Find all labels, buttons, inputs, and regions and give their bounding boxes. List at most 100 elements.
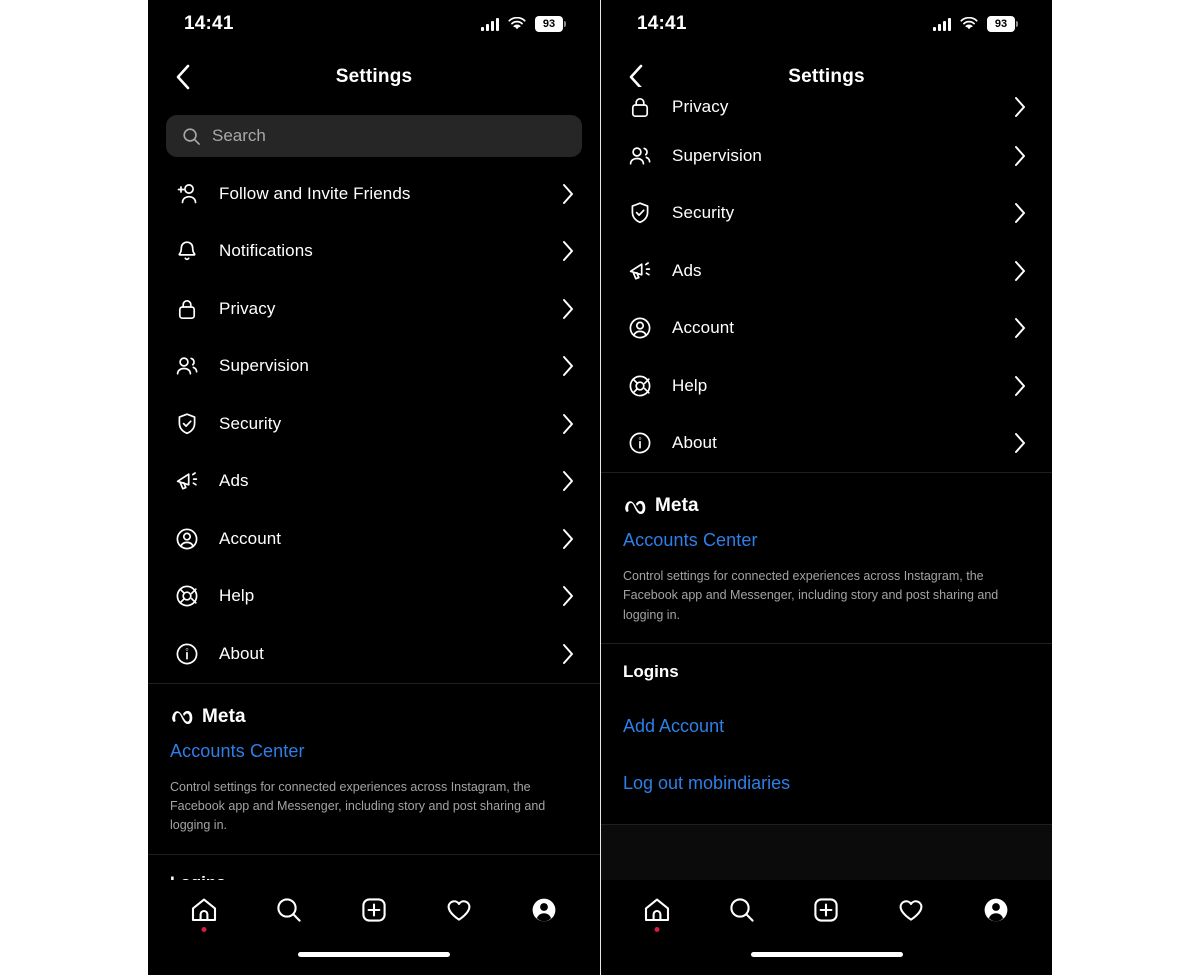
wifi-icon xyxy=(508,17,526,31)
chevron-right-icon xyxy=(556,470,578,492)
chevron-right-icon xyxy=(1008,260,1030,282)
chevron-right-icon xyxy=(1008,145,1030,167)
battery-icon: 93 xyxy=(535,16,566,32)
accounts-center-link[interactable]: Accounts Center xyxy=(170,741,578,762)
search-icon xyxy=(727,895,757,925)
settings-row-privacy[interactable]: Privacy xyxy=(601,87,1052,127)
settings-row-follow-and-invite-friends[interactable]: Follow and Invite Friends xyxy=(148,165,600,223)
cellular-signal-icon xyxy=(933,17,951,31)
search-input[interactable]: Search xyxy=(166,115,582,157)
phone-screen-right: 14:41 93 Settings Privacy Supervision Se… xyxy=(601,0,1052,975)
home-icon xyxy=(642,895,672,925)
tab-activity[interactable] xyxy=(889,888,933,932)
settings-row-account[interactable]: Account xyxy=(601,300,1052,358)
settings-row-label: Account xyxy=(672,318,735,338)
meta-brand-label: Meta xyxy=(202,705,246,727)
logins-section-right: Logins Add Account Log out mobindiaries xyxy=(601,644,1052,795)
chevron-right-icon xyxy=(1008,317,1030,339)
settings-row-ads[interactable]: Ads xyxy=(601,242,1052,300)
meta-brand: Meta xyxy=(623,495,1030,517)
tab-search[interactable] xyxy=(720,888,764,932)
settings-row-privacy[interactable]: Privacy xyxy=(148,280,600,338)
settings-row-about[interactable]: About xyxy=(148,625,600,683)
settings-row-notifications[interactable]: Notifications xyxy=(148,223,600,281)
plus-square-icon xyxy=(359,895,389,925)
wifi-icon xyxy=(960,17,978,31)
settings-row-security[interactable]: Security xyxy=(601,185,1052,243)
status-bar-left: 14:41 93 xyxy=(148,0,600,48)
meta-description: Control settings for connected experienc… xyxy=(623,569,999,622)
meta-brand-label: Meta xyxy=(655,495,699,516)
search-icon xyxy=(182,127,201,146)
settings-scroll-right[interactable]: Privacy Supervision Security Ads Account Help… xyxy=(601,87,1052,909)
lifebuoy-icon xyxy=(170,583,204,609)
meta-section-right: Meta Accounts Center Control settings fo… xyxy=(601,473,1052,644)
people-icon xyxy=(623,143,657,169)
tab-home[interactable] xyxy=(182,888,226,932)
info-circle-icon xyxy=(623,430,657,456)
chevron-right-icon xyxy=(556,298,578,320)
info-circle-icon xyxy=(170,641,204,667)
status-time: 14:41 xyxy=(184,13,234,34)
accounts-center-link[interactable]: Accounts Center xyxy=(623,530,1030,551)
meta-infinity-logo xyxy=(623,498,648,515)
status-bar-right: 14:41 93 xyxy=(601,0,1052,48)
log-out-link[interactable]: Log out mobindiaries xyxy=(623,773,1030,794)
person-add-icon xyxy=(170,181,204,207)
page-title: Settings xyxy=(335,65,413,87)
settings-scroll-left[interactable]: Search Follow and Invite Friends Notifica… xyxy=(148,105,600,927)
heart-icon xyxy=(896,895,926,925)
settings-row-label: Security xyxy=(219,413,282,433)
chevron-right-icon xyxy=(1008,375,1030,397)
settings-row-label: Supervision xyxy=(672,145,762,165)
cellular-signal-icon xyxy=(481,17,499,31)
bell-icon xyxy=(170,238,204,264)
tab-create[interactable] xyxy=(804,888,848,932)
tab-activity[interactable] xyxy=(437,888,481,932)
home-indicator-bar xyxy=(750,952,903,957)
shield-check-icon xyxy=(623,200,657,226)
lifebuoy-icon xyxy=(623,373,657,399)
battery-percent: 93 xyxy=(542,17,556,30)
nav-header-left: Settings xyxy=(148,48,600,105)
tab-home[interactable] xyxy=(635,888,679,932)
page-title: Settings xyxy=(788,65,865,87)
profile-avatar-icon xyxy=(529,895,559,925)
settings-row-label: Privacy xyxy=(672,97,729,116)
tab-search[interactable] xyxy=(267,888,311,932)
settings-row-about[interactable]: About xyxy=(601,415,1052,473)
settings-row-help[interactable]: Help xyxy=(601,357,1052,415)
settings-row-help[interactable]: Help xyxy=(148,568,600,626)
chevron-right-icon xyxy=(1008,202,1030,224)
chevron-right-icon xyxy=(556,183,578,205)
profile-avatar-icon xyxy=(981,895,1011,925)
settings-row-ads[interactable]: Ads xyxy=(148,453,600,511)
settings-row-label: Supervision xyxy=(219,356,309,376)
search-icon xyxy=(274,895,304,925)
settings-row-supervision[interactable]: Supervision xyxy=(148,338,600,396)
chevron-right-icon xyxy=(556,240,578,262)
account-circle-icon xyxy=(170,526,204,552)
megaphone-icon xyxy=(170,468,204,494)
phone-screen-left: 14:41 93 Settings Search Follow and Invi… xyxy=(148,0,600,975)
settings-row-label: About xyxy=(672,433,717,453)
settings-row-label: Follow and Invite Friends xyxy=(219,183,411,203)
home-icon xyxy=(189,895,219,925)
tab-create[interactable] xyxy=(352,888,396,932)
battery-percent: 93 xyxy=(994,17,1008,30)
settings-row-account[interactable]: Account xyxy=(148,510,600,568)
tab-profile[interactable] xyxy=(974,888,1018,932)
lock-icon xyxy=(623,94,657,120)
back-button[interactable] xyxy=(166,60,200,94)
status-time: 14:41 xyxy=(637,13,687,34)
tab-profile[interactable] xyxy=(522,888,566,932)
home-notification-dot xyxy=(201,927,207,932)
settings-row-security[interactable]: Security xyxy=(148,395,600,453)
home-indicator-bar xyxy=(298,952,450,957)
settings-row-supervision[interactable]: Supervision xyxy=(601,127,1052,185)
add-account-link[interactable]: Add Account xyxy=(623,716,1030,737)
screenshot-stage: 14:41 93 Settings Search Follow and Invi… xyxy=(0,0,1200,975)
meta-infinity-logo xyxy=(170,708,195,725)
status-indicators: 93 xyxy=(481,16,566,32)
people-icon xyxy=(170,353,204,379)
